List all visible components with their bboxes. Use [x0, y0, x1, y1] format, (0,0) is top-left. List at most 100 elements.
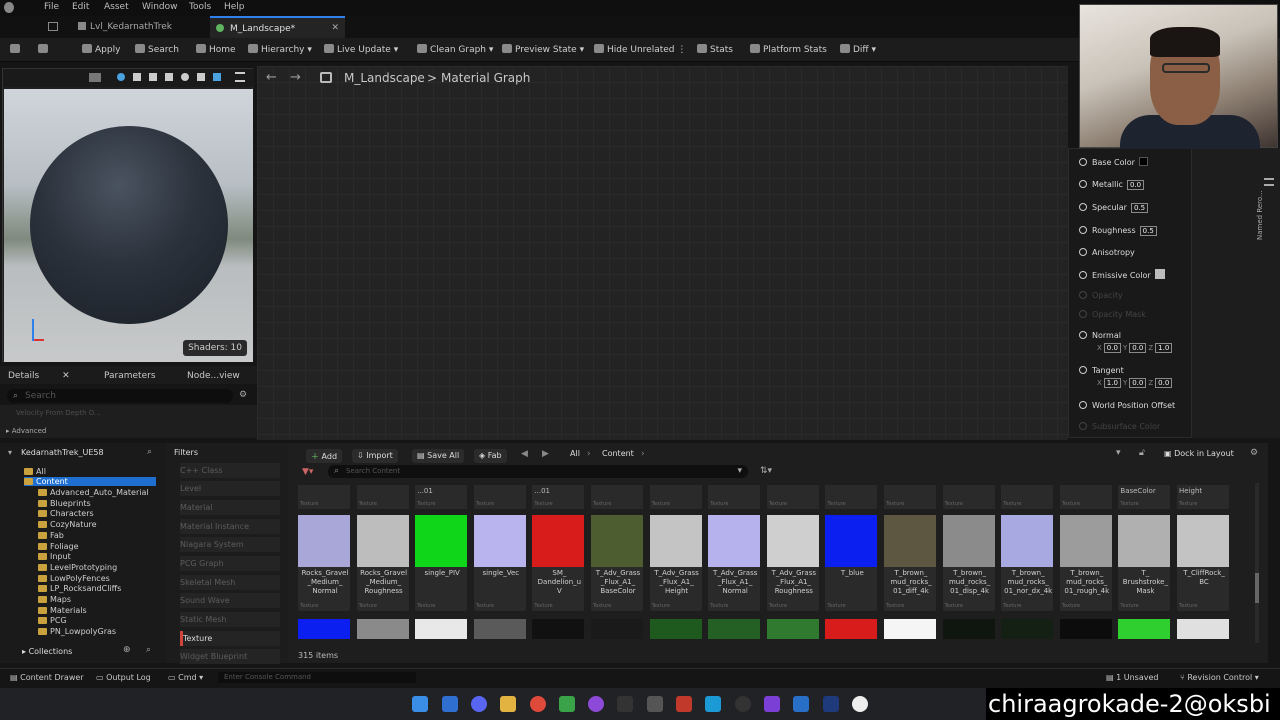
tree-item-pcg[interactable]: PCG	[38, 616, 67, 625]
filter-skeletal-mesh[interactable]: Skeletal Mesh	[180, 575, 280, 590]
menu-icon[interactable]	[235, 72, 245, 82]
filter-material[interactable]: Material	[180, 500, 280, 515]
tree-item-cozynature[interactable]: CozyNature	[38, 520, 97, 529]
asset-tile[interactable]: Height Texture	[1177, 485, 1229, 509]
specular-value[interactable]: 0.5	[1130, 203, 1149, 213]
save-icon[interactable]	[10, 44, 23, 55]
asset-thumbnail[interactable]	[1001, 619, 1054, 639]
asset-thumbnail[interactable]	[1118, 619, 1171, 639]
view-options-icon[interactable]	[89, 73, 101, 82]
github-icon[interactable]	[735, 696, 751, 712]
asset-tile[interactable]: Texture	[356, 485, 409, 509]
metallic-value[interactable]: 0.0	[1126, 180, 1145, 190]
app-icon[interactable]	[676, 696, 692, 712]
dock-in-layout-button[interactable]: ▣ Dock in Layout	[1164, 449, 1234, 458]
tab-details[interactable]: Details ✕	[8, 371, 70, 381]
filter-texture[interactable]: Texture	[180, 631, 280, 646]
asset-tile[interactable]: ...01 Texture	[415, 485, 468, 509]
asset-thumbnail[interactable]	[1177, 619, 1229, 639]
asset-tile[interactable]: T_brown_ mud_rocks_ 01_diff_4k Texture	[884, 515, 936, 611]
close-icon[interactable]: ✕	[62, 371, 70, 381]
scrollbar-track[interactable]	[1255, 483, 1259, 643]
output-log-button[interactable]: ▭ Output Log	[96, 673, 151, 682]
tab-level[interactable]: Lvl_KedarnathTrek	[72, 16, 202, 38]
pin-specular[interactable]: Specular 0.5	[1079, 203, 1149, 213]
asset-thumbnail[interactable]	[649, 619, 702, 639]
pin-metallic[interactable]: Metallic 0.0	[1079, 180, 1145, 190]
tree-item-characters[interactable]: Characters	[38, 509, 94, 518]
asset-thumbnail[interactable]	[884, 619, 936, 639]
pin-roughness[interactable]: Roughness 0.5	[1079, 226, 1157, 236]
unreal-logo-icon[interactable]	[4, 2, 14, 13]
asset-thumbnail[interactable]	[473, 619, 526, 639]
settings-gear-icon[interactable]: ⚙	[1250, 448, 1258, 458]
asset-tile[interactable]: T_brown_ mud_rocks_ 01_disp_4k Texture	[942, 515, 995, 611]
content-drawer-button[interactable]: ▤ Content Drawer	[10, 673, 84, 682]
normal-z[interactable]: 1.0	[1155, 343, 1173, 353]
sphere-preview-icon[interactable]	[117, 73, 125, 81]
path-dropdown-icon[interactable]: ▾	[1116, 448, 1121, 458]
menu-asset[interactable]: Asset	[104, 2, 129, 12]
add-collection-icon[interactable]: ⊕	[123, 645, 131, 655]
asset-tile[interactable]: Rocks_Gravel _Medium_ Normal Texture	[298, 515, 350, 611]
back-arrow-icon[interactable]: ←	[266, 70, 277, 85]
plane-preview-icon[interactable]	[133, 73, 141, 81]
named-reroute-label[interactable]: Named Rero...	[1256, 190, 1264, 240]
asset-thumbnail[interactable]	[825, 619, 878, 639]
tree-item-levelprototyping[interactable]: LevelPrototyping	[38, 563, 117, 572]
asset-tile[interactable]: T_ Brushstroke_ Mask Texture	[1118, 515, 1171, 611]
asset-thumbnail[interactable]	[708, 619, 761, 639]
search-icon[interactable]: ⌕	[146, 645, 151, 655]
menu-file[interactable]: File	[44, 2, 59, 12]
asset-thumbnail[interactable]	[766, 619, 819, 639]
tree-item-materials[interactable]: Materials	[38, 606, 87, 615]
live-update-button[interactable]: Live Update ▾	[324, 44, 398, 55]
realtime-icon[interactable]	[213, 73, 221, 81]
add-button[interactable]: ＋ Add	[306, 449, 343, 463]
clean-graph-button[interactable]: Clean Graph ▾	[417, 44, 493, 55]
import-button[interactable]: ⇩ Import	[352, 449, 398, 463]
tab-node-view[interactable]: Node...view	[187, 371, 240, 381]
unsaved-indicator[interactable]: ▤ 1 Unsaved	[1106, 673, 1158, 682]
asset-thumbnail[interactable]	[942, 619, 995, 639]
details-search-input[interactable]: ⌕ Search	[7, 389, 233, 403]
photoshop-icon[interactable]	[823, 696, 839, 712]
asset-tile[interactable]: T_Adv_Grass _Flux_A1_ Height Texture	[649, 515, 702, 611]
roughness-value[interactable]: 0.5	[1139, 226, 1157, 236]
content-search-input[interactable]: ⌕ Search Content ▾	[328, 465, 748, 478]
menu-help[interactable]: Help	[224, 2, 245, 12]
list-icon[interactable]	[1264, 178, 1274, 186]
asset-tile[interactable]: Texture	[825, 485, 878, 509]
tree-item-content[interactable]: Content	[24, 477, 156, 486]
unreal-engine-icon[interactable]	[852, 696, 868, 712]
asset-tile[interactable]: T_Adv_Grass _Flux_A1_ BaseColor Texture	[591, 515, 643, 611]
apply-button[interactable]: Apply	[82, 44, 120, 55]
lock-icon[interactable]: 🔓︎	[1139, 448, 1145, 458]
project-root-label[interactable]: KedarnathTrek_UE58	[21, 448, 104, 457]
advanced-toggle[interactable]: ▸ Advanced	[6, 427, 46, 435]
preview-state-button[interactable]: Preview State ▾	[502, 44, 584, 55]
home-icon[interactable]	[48, 22, 58, 31]
asset-tile[interactable]: Texture	[1059, 485, 1112, 509]
material-graph-canvas[interactable]	[257, 66, 1068, 440]
start-icon[interactable]	[412, 696, 428, 712]
path-content[interactable]: Content	[602, 449, 634, 458]
asset-tile[interactable]: T_brown_ mud_rocks_ 01_rough_4k Texture	[1059, 515, 1112, 611]
asset-tile[interactable]: Texture	[942, 485, 995, 509]
hierarchy-button[interactable]: Hierarchy ▾	[248, 44, 312, 55]
settings-gear-icon[interactable]: ⚙	[239, 390, 247, 400]
filter-level[interactable]: Level	[180, 481, 280, 496]
scrollbar-thumb[interactable]	[1255, 573, 1259, 603]
discord-icon[interactable]	[471, 696, 487, 712]
tree-item-pn-lowpolygras[interactable]: PN_LowpolyGras	[38, 627, 116, 636]
asset-tile[interactable]: BaseColor Texture	[1118, 485, 1171, 509]
asset-thumbnail[interactable]	[1059, 619, 1112, 639]
app-icon[interactable]	[793, 696, 809, 712]
forward-arrow-icon[interactable]: →	[290, 70, 301, 85]
stats-button[interactable]: Stats	[697, 44, 733, 55]
pin-normal[interactable]: Normal	[1079, 331, 1121, 340]
checker-swatch[interactable]	[1154, 269, 1165, 279]
notepad-icon[interactable]	[559, 696, 575, 712]
visual-studio-icon[interactable]	[764, 696, 780, 712]
asset-tile[interactable]: Texture	[649, 485, 702, 509]
